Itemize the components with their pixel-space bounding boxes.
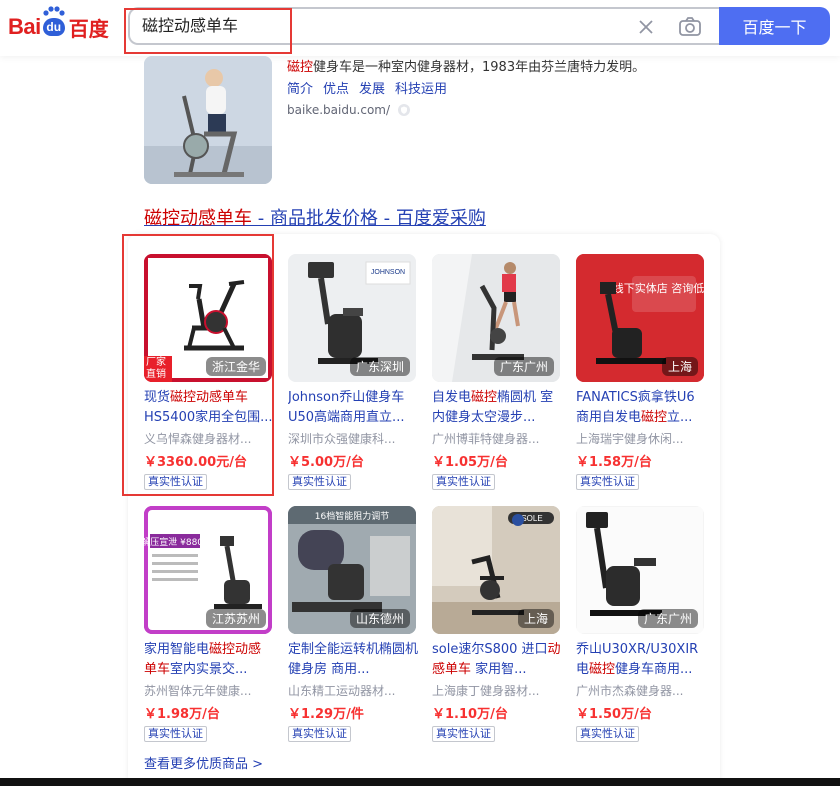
verified-badge[interactable]: 真实性认证 <box>144 726 207 742</box>
thumb-overlay-text: JOHNSON <box>371 269 405 276</box>
product-title[interactable]: sole速尔S800 进口动感单车 家用智... <box>432 640 562 680</box>
baike-link-development[interactable]: 发展 <box>359 78 385 97</box>
baike-link-tech[interactable]: 科技运用 <box>395 78 447 97</box>
baike-url-text[interactable]: baike.baidu.com/ <box>287 103 390 117</box>
verified-badge[interactable]: 真实性认证 <box>432 474 495 490</box>
product-title-part: 家用智能电 <box>144 642 210 657</box>
product-title-part: 健身车商用... <box>615 662 693 677</box>
product-title[interactable]: FANATICS疯拿铁U6商用自发电磁控立... <box>576 388 706 428</box>
product-title-part: sole速尔S800 进口 <box>432 642 548 657</box>
result-title-link[interactable]: 磁控动感单车 - 商品批发价格 - 百度爱采购 <box>144 204 486 230</box>
product-title[interactable]: 乔山U30XR/U30XIR电磁控健身车商用... <box>576 640 706 680</box>
product-title[interactable]: Johnson乔山健身车U50高端商用直立... <box>288 388 418 428</box>
product-image[interactable]: 广东广州 <box>432 254 560 382</box>
product-location: 上海 <box>661 357 698 376</box>
product-image[interactable]: 16档智能阻力调节 山东德州 <box>288 506 416 634</box>
logo-text-bai: Bai <box>8 14 41 39</box>
baike-image[interactable] <box>144 56 272 184</box>
baike-url: baike.baidu.com/ <box>287 103 411 117</box>
product-seller[interactable]: 上海康丁健身器材... <box>432 682 560 699</box>
product-title[interactable]: 自发电磁控椭圆机 室内健身太空漫步... <box>432 388 562 428</box>
product-title[interactable]: 定制全能运转机椭圆机 健身房 商用... <box>288 640 418 680</box>
result-title-rest: - 商品批发价格 - 百度爱采购 <box>252 208 486 229</box>
product-price: ￥1.10万/台 <box>432 707 508 722</box>
logo-text-du: du <box>42 18 65 36</box>
product-location: 广东广州 <box>637 609 698 628</box>
thumb-overlay-text: SOLE <box>521 514 542 523</box>
product-price: ￥1.50万/台 <box>576 707 652 722</box>
product-image[interactable]: SOLE 上海 <box>432 506 560 634</box>
baike-desc-highlight: 磁控 <box>287 60 314 75</box>
search-button[interactable]: 百度一下 <box>719 7 830 45</box>
product-price: ￥5.00万/台 <box>288 455 364 470</box>
product-title-highlight: 磁控 <box>589 662 616 677</box>
close-icon[interactable] <box>636 17 656 37</box>
baidu-logo[interactable]: Bai du 百度 <box>8 6 109 42</box>
shield-icon <box>398 104 411 116</box>
logo-text-cn: 百度 <box>68 16 109 41</box>
result-title-highlight: 磁控动感单车 <box>144 208 252 229</box>
product-seller[interactable]: 上海瑞宇健身休闲... <box>576 430 704 447</box>
verified-badge[interactable]: 真实性认证 <box>288 474 351 490</box>
thumb-overlay-text: 线下实体店 咨询低价 <box>613 281 704 295</box>
product-title-part: 定制全能运转机椭圆机 健身房 商用... <box>288 642 418 677</box>
product-price: ￥1.58万/台 <box>576 455 652 470</box>
product-image[interactable]: 广东广州 <box>576 506 704 634</box>
baike-desc-text: 健身车是一种室内健身器材，1983年由芬兰唐特力发明。 <box>313 60 646 75</box>
baike-links: 简介 优点 发展 科技运用 <box>287 78 447 97</box>
product-title-part: Johnson乔山健身车U50高端商用直立... <box>288 390 405 425</box>
baike-description: 磁控健身车是一种室内健身器材，1983年由芬兰唐特力发明。 <box>287 56 645 75</box>
product-location: 广东广州 <box>493 357 554 376</box>
product-seller[interactable]: 广州市杰森健身器... <box>576 682 704 699</box>
verified-badge[interactable]: 真实性认证 <box>576 474 639 490</box>
product-price: ￥1.29万/件 <box>288 707 364 722</box>
baike-link-advantages[interactable]: 优点 <box>323 78 349 97</box>
product-title[interactable]: 家用智能电磁控动感单车室内实景交... <box>144 640 274 680</box>
more-products-link[interactable]: 查看更多优质商品 > <box>144 753 263 772</box>
product-title-highlight: 磁控 <box>641 410 668 425</box>
product-location: 上海 <box>517 609 554 628</box>
product-image[interactable]: 解压宣泄 ¥8800 江苏苏州 <box>144 506 272 634</box>
verified-badge[interactable]: 真实性认证 <box>576 726 639 742</box>
product-seller[interactable]: 深圳市众强健康科... <box>288 430 416 447</box>
thumb-overlay-text: 解压宣泄 ¥8800 <box>144 536 209 548</box>
product-location: 江苏苏州 <box>205 609 266 628</box>
product-seller[interactable]: 山东精工运动器材... <box>288 682 416 699</box>
product-title-part: 自发电 <box>432 390 472 405</box>
product-title-highlight: 磁控 <box>471 390 498 405</box>
product-title-part: 家用智... <box>471 662 527 677</box>
annotation-box-first-product <box>122 234 274 496</box>
annotation-box-search <box>124 8 292 54</box>
product-title-part: 室内实景交... <box>170 662 248 677</box>
product-seller[interactable]: 广州博菲特健身器... <box>432 430 560 447</box>
verified-badge[interactable]: 真实性认证 <box>432 726 495 742</box>
logo-paw-icon: du <box>42 6 66 40</box>
product-price: ￥1.05万/台 <box>432 455 508 470</box>
product-location: 山东德州 <box>349 609 410 628</box>
bottom-bar <box>0 778 840 786</box>
camera-icon[interactable] <box>678 16 702 38</box>
product-image[interactable]: JOHNSON 广东深圳 <box>288 254 416 382</box>
product-seller[interactable]: 苏州智体元年健康... <box>144 682 272 699</box>
product-title-part: 立... <box>667 410 693 425</box>
product-image[interactable]: 线下实体店 咨询低价 上海 <box>576 254 704 382</box>
verified-badge[interactable]: 真实性认证 <box>288 726 351 742</box>
baike-link-intro[interactable]: 简介 <box>287 78 313 97</box>
product-location: 广东深圳 <box>349 357 410 376</box>
thumb-overlay-text: 16档智能阻力调节 <box>315 510 389 522</box>
product-price: ￥1.98万/台 <box>144 707 220 722</box>
